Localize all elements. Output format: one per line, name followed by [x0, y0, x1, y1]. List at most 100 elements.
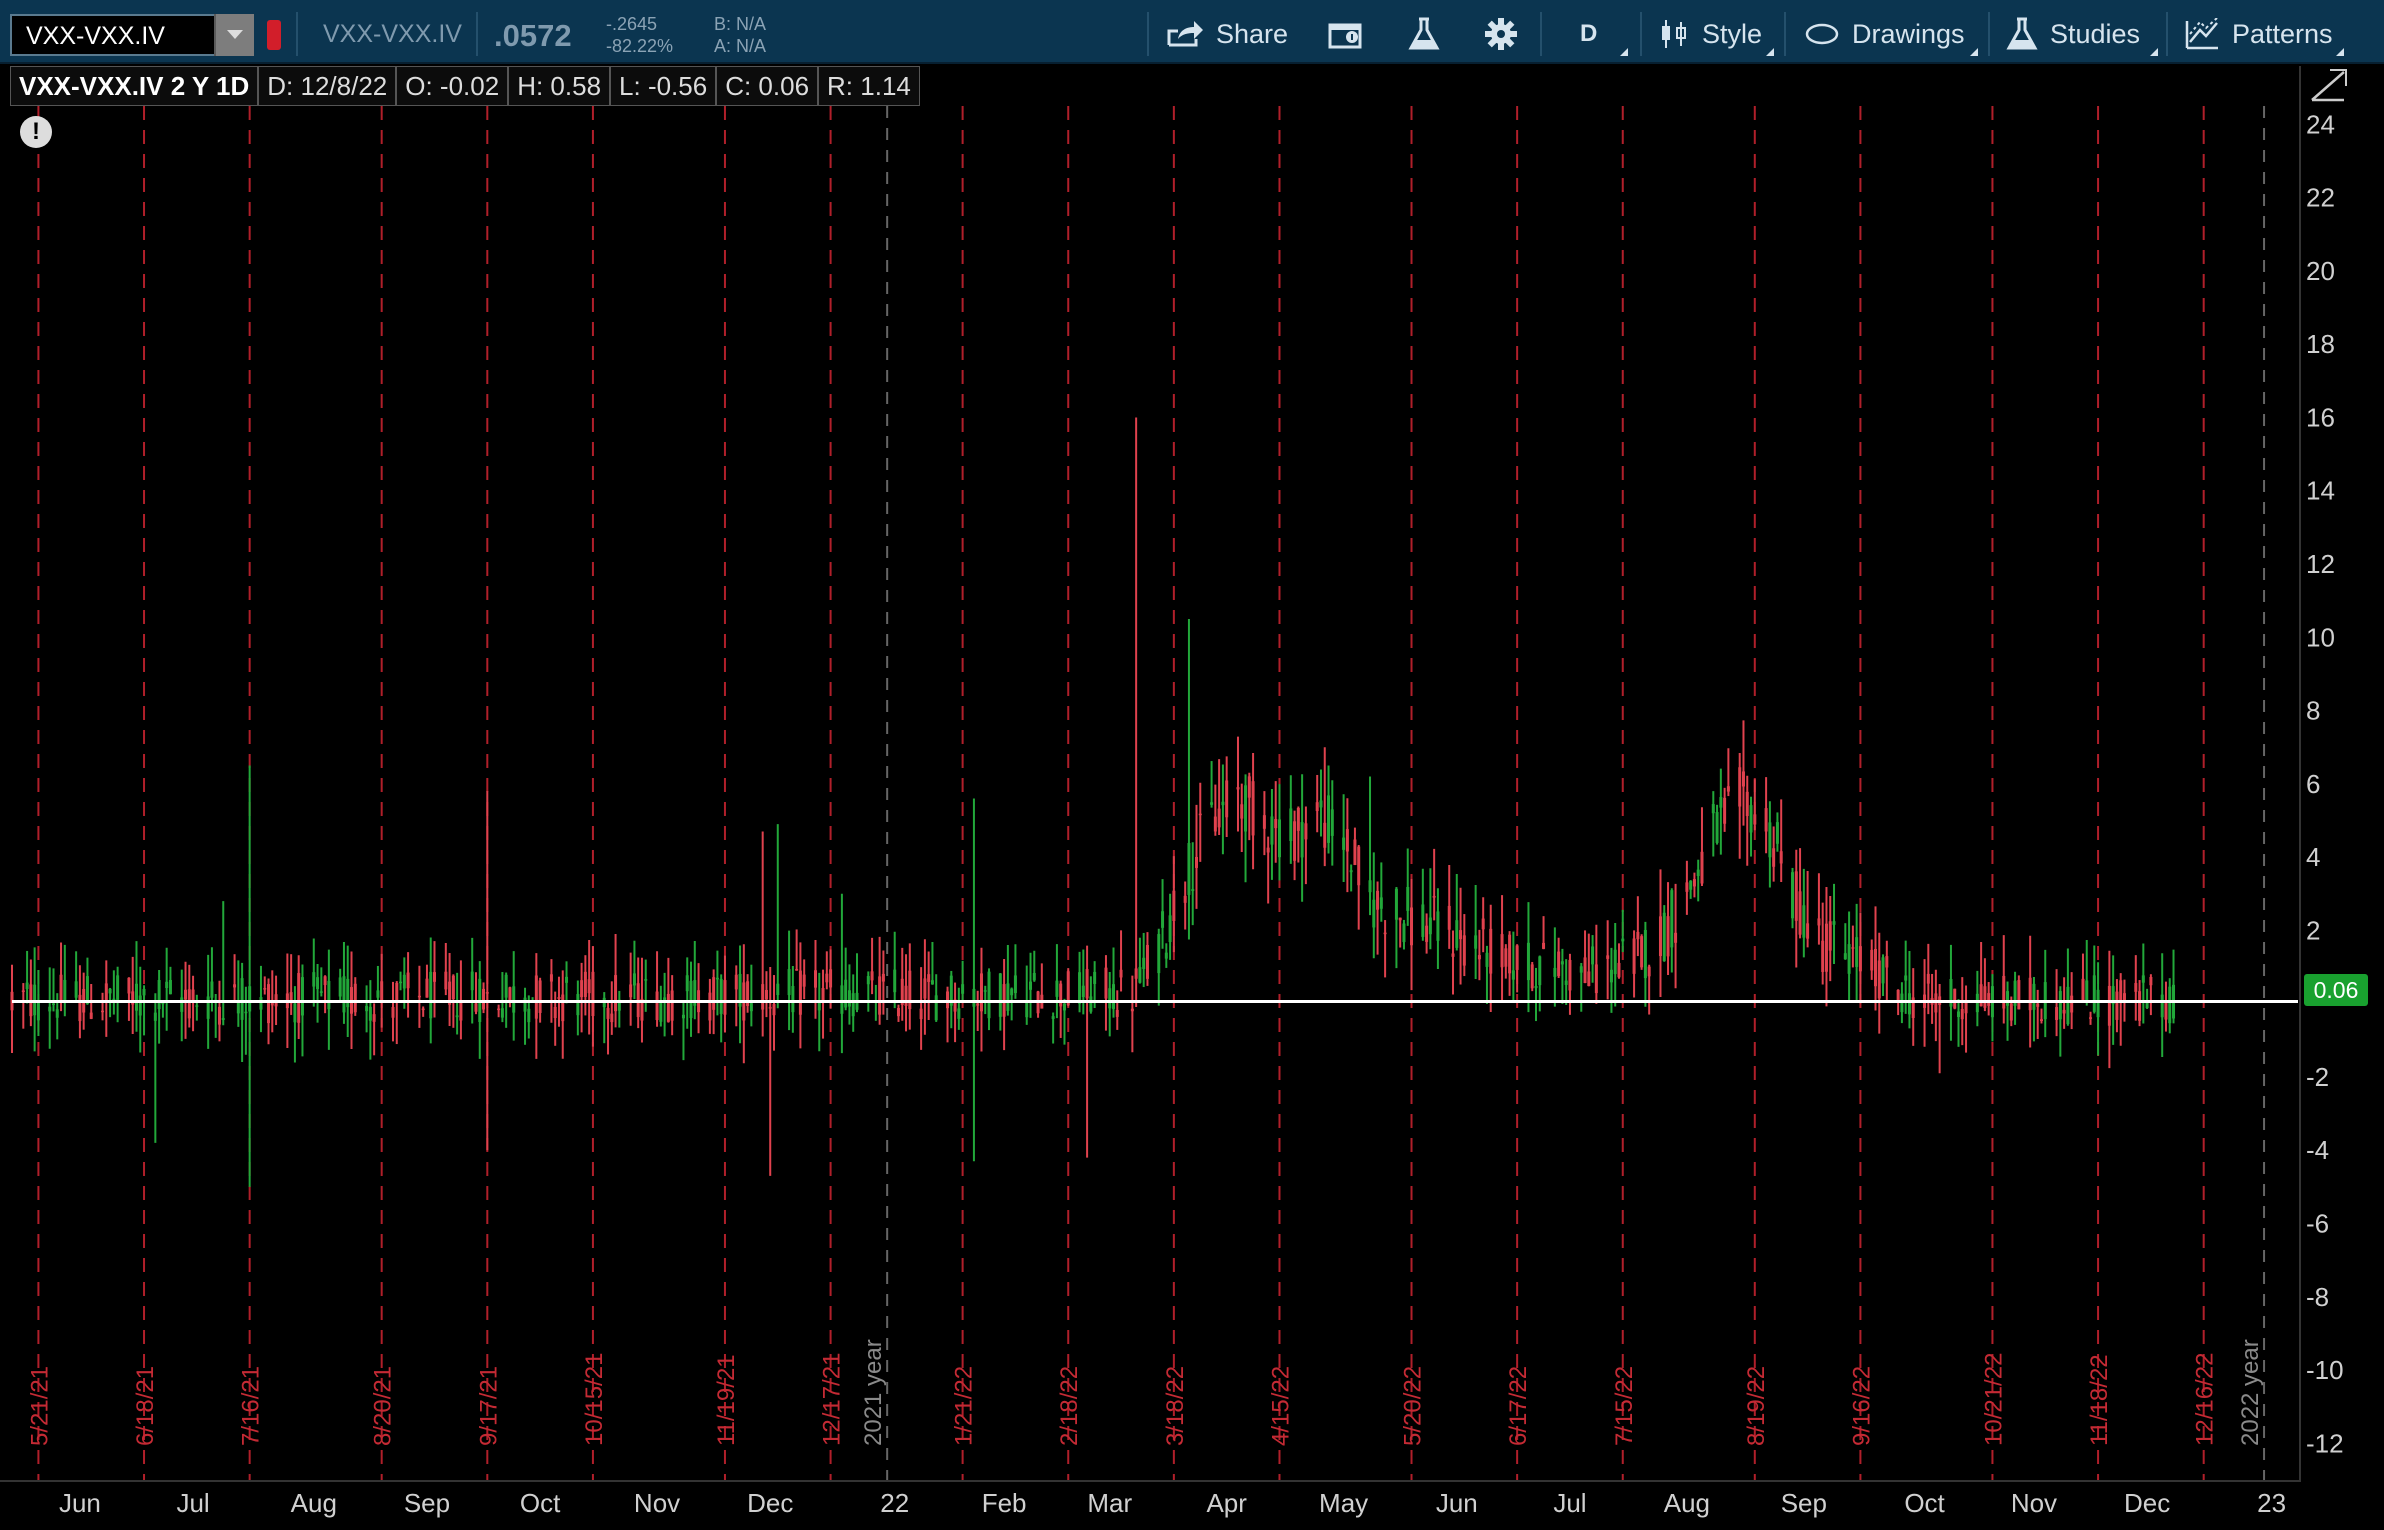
candle-body — [1568, 959, 1572, 991]
candle-body — [1768, 822, 1772, 858]
candle-body — [1062, 1003, 1066, 1011]
candle-body — [1956, 1011, 1960, 1017]
candle-body — [1489, 928, 1493, 974]
candle-body — [1085, 969, 1089, 999]
candle-body — [1093, 971, 1097, 984]
expiration-label: 10/15/21 — [581, 1353, 608, 1446]
candle-body — [127, 977, 131, 994]
candle-body — [614, 975, 618, 1012]
candle-body — [580, 980, 584, 998]
candle-body — [2096, 989, 2100, 1018]
candle-body — [2055, 1007, 2059, 1020]
candle-body — [2032, 983, 2036, 1010]
candle-body — [870, 971, 874, 981]
candle-body — [1711, 804, 1715, 814]
candle-body — [2081, 978, 2085, 1003]
candle-body — [1609, 969, 1613, 983]
candle-body — [338, 977, 342, 997]
candle-body — [829, 969, 833, 988]
price-chart[interactable]: 5/21/21 6/18/21 7/16/21 8/20/21 9/17/21 10/15… — [0, 0, 2384, 1530]
candle-body — [549, 974, 553, 982]
candle-body — [1511, 970, 1515, 980]
candle-body — [1247, 776, 1251, 798]
candle-body — [1775, 822, 1779, 844]
candle-body — [1323, 822, 1327, 848]
candle-body — [802, 974, 806, 987]
candle-body — [1330, 809, 1334, 836]
candle-body — [708, 992, 712, 1021]
candle-body — [1632, 938, 1636, 974]
candle-body — [63, 979, 67, 1004]
candle-body — [233, 984, 237, 988]
candle-body — [142, 988, 146, 996]
candle-body — [470, 971, 474, 991]
candle-body — [1059, 983, 1063, 1007]
candle-body — [1821, 940, 1825, 972]
candle-body — [2039, 1019, 2043, 1021]
candle-body — [1779, 851, 1783, 864]
candle-body — [2066, 986, 2070, 1025]
candle-body — [1357, 846, 1361, 886]
candle-body — [1342, 837, 1346, 850]
candle-body — [1089, 996, 1093, 1012]
ohlc-open: O: -0.02 — [396, 66, 509, 106]
candle-body — [527, 1008, 531, 1023]
expiration-label: 1/21/22 — [951, 1366, 978, 1446]
candle-body — [813, 970, 817, 988]
candle-body — [206, 996, 210, 1019]
candle-body — [1421, 904, 1425, 937]
year-label: 2021 year — [860, 1339, 887, 1446]
price-tick-label: 24 — [2306, 109, 2335, 139]
month-tick-label: Feb — [982, 1488, 1027, 1518]
price-tick-label: -4 — [2306, 1135, 2329, 1165]
price-axis[interactable]: 24 22 20 18 16 14 12 10 8 6 4 2 -2 -4 -6 -8 -10 -12 — [2306, 109, 2344, 1458]
candle-body — [2138, 991, 2142, 1021]
candle-body — [51, 1003, 55, 1006]
candle-body — [927, 974, 931, 982]
candle-body — [1296, 807, 1300, 831]
candle-body — [2009, 1003, 2013, 1021]
price-tick-label: 8 — [2306, 696, 2320, 726]
candle-body — [764, 990, 768, 1000]
candle-body — [776, 983, 780, 996]
candle-body — [395, 982, 399, 1002]
candle-body — [1843, 953, 1847, 960]
price-tick-label: 10 — [2306, 622, 2335, 652]
candle-body — [908, 970, 912, 1010]
candle-body — [1953, 988, 1957, 1009]
candle-body — [553, 1006, 557, 1019]
price-tick-label: -6 — [2306, 1209, 2329, 1239]
price-tick-label: -10 — [2306, 1355, 2344, 1385]
candle-body — [1006, 983, 1010, 1011]
candle-body — [715, 977, 719, 980]
candle-body — [1432, 895, 1436, 898]
candle-body — [1662, 912, 1666, 961]
candle-body — [1500, 934, 1504, 968]
candle-body — [1553, 967, 1557, 977]
candle-body — [1270, 816, 1274, 845]
expiration-label: 7/15/22 — [1611, 1366, 1638, 1446]
candle-body — [844, 979, 848, 1008]
candle-body — [2115, 991, 2119, 1020]
collapse-axis-icon[interactable] — [2308, 66, 2352, 106]
candle-body — [1406, 886, 1410, 911]
expiration-label: 5/21/21 — [26, 1366, 53, 1446]
candle-body — [1191, 889, 1195, 891]
candle-body — [1459, 930, 1463, 940]
candle-body — [1847, 944, 1851, 974]
candle-body — [1455, 920, 1459, 948]
candle-body — [1772, 848, 1776, 867]
candle-body — [1579, 966, 1583, 973]
ohlc-header: VXX-VXX.IV 2 Y 1D D: 12/8/22 O: -0.02 H:… — [10, 66, 920, 106]
alert-icon[interactable]: ! — [20, 116, 52, 148]
candle-body — [1987, 993, 1991, 1006]
candle-body — [263, 988, 267, 990]
candle-body — [1794, 871, 1798, 921]
expiration-label: 2/18/22 — [1056, 1366, 1083, 1446]
candle-body — [1745, 791, 1749, 817]
candle-body — [976, 1003, 980, 1006]
time-axis[interactable]: Jun Jul Aug Sep Oct Nov Dec 22 Feb Mar Apr May Jun Ju… — [59, 1488, 2286, 1518]
candle-body — [165, 981, 169, 989]
candle-body — [787, 969, 791, 996]
candle-body — [1130, 1008, 1134, 1012]
